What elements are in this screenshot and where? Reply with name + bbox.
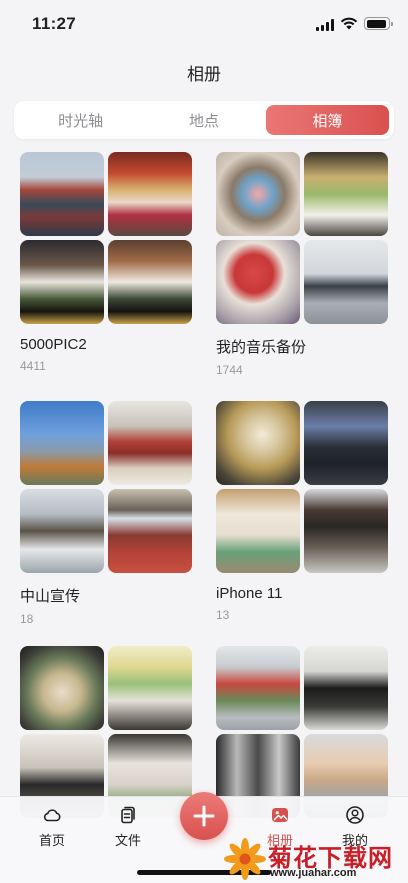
album-name: 我的音乐备份 bbox=[216, 339, 307, 356]
album-cover[interactable] bbox=[20, 401, 192, 573]
photo-thumbnail bbox=[216, 152, 300, 236]
photo-thumbnail bbox=[216, 240, 300, 324]
photo-album-icon bbox=[272, 808, 288, 822]
photo-thumbnail bbox=[304, 401, 388, 485]
nav-files[interactable]: 文件 bbox=[98, 805, 158, 849]
nav-files-label: 文件 bbox=[114, 833, 141, 848]
page-title: 相册 bbox=[187, 65, 221, 84]
album-card[interactable]: 我的音乐备份 1744 bbox=[216, 152, 388, 377]
battery-icon bbox=[364, 17, 393, 30]
status-time: 11:27 bbox=[32, 14, 77, 33]
album-name: 中山宣传 bbox=[20, 588, 81, 605]
photo-thumbnail bbox=[304, 646, 388, 730]
photo-thumbnail bbox=[216, 489, 300, 573]
photo-thumbnail bbox=[20, 152, 104, 236]
album-card[interactable]: 5000PIC2 4411 bbox=[20, 152, 192, 373]
photo-thumbnail bbox=[304, 152, 388, 236]
wifi-icon bbox=[340, 17, 358, 30]
tab-timeline[interactable]: 时光轴 bbox=[19, 105, 142, 135]
plus-icon bbox=[193, 805, 215, 827]
nav-home[interactable]: 首页 bbox=[22, 805, 82, 849]
photo-thumbnail bbox=[108, 646, 192, 730]
watermark-url: www.juahar.com bbox=[270, 867, 357, 879]
album-cover[interactable] bbox=[20, 152, 192, 324]
cloud-home-icon bbox=[43, 809, 61, 822]
photo-thumbnail bbox=[108, 240, 192, 324]
profile-icon bbox=[346, 806, 364, 824]
files-icon bbox=[121, 806, 135, 824]
photo-thumbnail bbox=[304, 489, 388, 573]
album-count: 18 bbox=[20, 612, 34, 626]
photo-thumbnail bbox=[216, 401, 300, 485]
segmented-tabs: 时光轴 地点 相簿 bbox=[14, 101, 394, 139]
album-cover[interactable] bbox=[216, 152, 388, 324]
photo-thumbnail bbox=[108, 152, 192, 236]
album-count: 1744 bbox=[216, 363, 243, 377]
status-bar: 11:27 bbox=[0, 0, 408, 50]
album-count: 13 bbox=[216, 608, 230, 622]
tab-albums[interactable]: 相簿 bbox=[265, 105, 389, 135]
photo-thumbnail bbox=[20, 240, 104, 324]
album-name: 5000PIC2 bbox=[20, 336, 87, 353]
photo-thumbnail bbox=[20, 646, 104, 730]
app-screen: 11:27 相册 时光轴 地点 相簿 5000PIC2 4411 我的音乐备份 … bbox=[0, 0, 408, 883]
chrysanthemum-logo-icon bbox=[224, 838, 266, 880]
album-name: iPhone 11 bbox=[216, 585, 283, 602]
nav-home-label: 首页 bbox=[38, 833, 65, 848]
album-cover[interactable] bbox=[216, 401, 388, 573]
photo-thumbnail bbox=[216, 646, 300, 730]
add-button[interactable] bbox=[180, 792, 228, 840]
watermark: 菊花下载网 www.juahar.com bbox=[222, 836, 408, 883]
cellular-signal-icon bbox=[316, 19, 334, 31]
album-count: 4411 bbox=[20, 359, 46, 373]
album-cover[interactable] bbox=[20, 646, 192, 818]
photo-thumbnail bbox=[20, 489, 104, 573]
photo-thumbnail bbox=[20, 401, 104, 485]
album-cover[interactable] bbox=[216, 646, 388, 818]
tab-places[interactable]: 地点 bbox=[142, 105, 265, 135]
photo-thumbnail bbox=[304, 240, 388, 324]
photo-thumbnail bbox=[108, 489, 192, 573]
album-card[interactable]: 中山宣传 18 bbox=[20, 401, 192, 626]
photo-thumbnail bbox=[108, 401, 192, 485]
album-card[interactable]: iPhone 11 13 bbox=[216, 401, 388, 622]
